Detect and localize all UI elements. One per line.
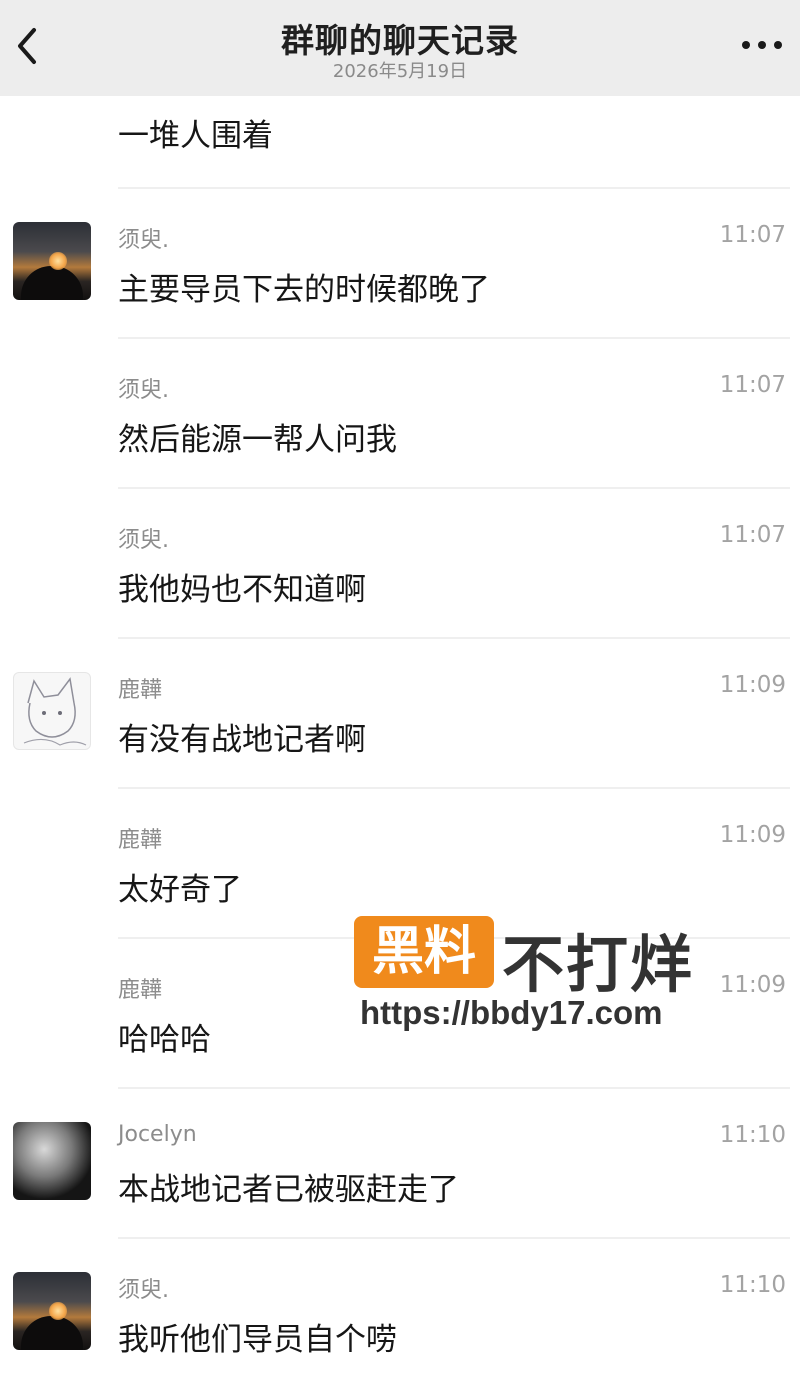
message-item[interactable]: 须臾. 11:10 我听他们导员自个唠	[0, 1239, 800, 1373]
message-text: 然后能源一帮人问我	[118, 422, 397, 458]
avatar[interactable]	[13, 1122, 91, 1200]
avatar[interactable]	[13, 222, 91, 300]
message-time: 11:10	[719, 1272, 786, 1298]
message-time: 11:07	[719, 372, 786, 398]
message-text: 我他妈也不知道啊	[118, 572, 366, 608]
ellipsis-icon	[742, 41, 782, 49]
message-text: 本战地记者已被驱赶走了	[118, 1172, 459, 1208]
message-time: 11:09	[719, 972, 786, 998]
message-time: 11:07	[719, 522, 786, 548]
message-item[interactable]: 须臾. 11:07 主要导员下去的时候都晚了	[0, 189, 800, 338]
message-time: 11:09	[719, 822, 786, 848]
message-item[interactable]: 鹿韡 11:09 有没有战地记者啊	[0, 639, 800, 788]
message-item[interactable]: 鹿韡 11:09 太好奇了	[0, 789, 800, 938]
message-text: 主要导员下去的时候都晚了	[118, 272, 490, 308]
message-item[interactable]: 鹿韡 11:09 哈哈哈	[0, 939, 800, 1088]
message-text: 有没有战地记者啊	[118, 722, 366, 758]
message-list[interactable]: 一堆人围着 须臾. 11:07 主要导员下去的时候都晚了 须臾. 11:07 然…	[0, 96, 800, 1373]
sketch-cat-drawing-icon	[23, 677, 87, 746]
message-text: 太好奇了	[118, 872, 242, 908]
avatar[interactable]	[13, 672, 91, 750]
message-text: 一堆人围着	[118, 118, 273, 154]
message-time: 11:07	[719, 222, 786, 248]
message-item[interactable]: Jocelyn 11:10 本战地记者已被驱赶走了	[0, 1089, 800, 1238]
more-button[interactable]	[738, 30, 786, 60]
sender-name: 须臾.	[118, 1278, 169, 1303]
sender-name: 须臾.	[118, 378, 169, 403]
message-text: 哈哈哈	[118, 1022, 211, 1058]
chat-title: 群聊的聊天记录	[281, 21, 519, 60]
sender-name: Jocelyn	[118, 1122, 197, 1147]
message-time: 11:09	[719, 672, 786, 698]
message-item[interactable]: 须臾. 11:07 然后能源一帮人问我	[0, 339, 800, 488]
sender-name: 鹿韡	[118, 678, 163, 703]
message-text: 我听他们导员自个唠	[118, 1322, 397, 1358]
sender-name: 须臾.	[118, 528, 169, 553]
message-item[interactable]: 须臾. 11:07 我他妈也不知道啊	[0, 489, 800, 638]
sender-name: 须臾.	[118, 228, 169, 253]
sender-name: 鹿韡	[118, 828, 163, 853]
chat-date: 2026年5月19日	[332, 61, 468, 82]
chat-header: 群聊的聊天记录 2026年5月19日	[0, 0, 800, 96]
message-time: 11:10	[719, 1122, 786, 1148]
sender-name: 鹿韡	[118, 978, 163, 1003]
avatar[interactable]	[13, 1272, 91, 1350]
